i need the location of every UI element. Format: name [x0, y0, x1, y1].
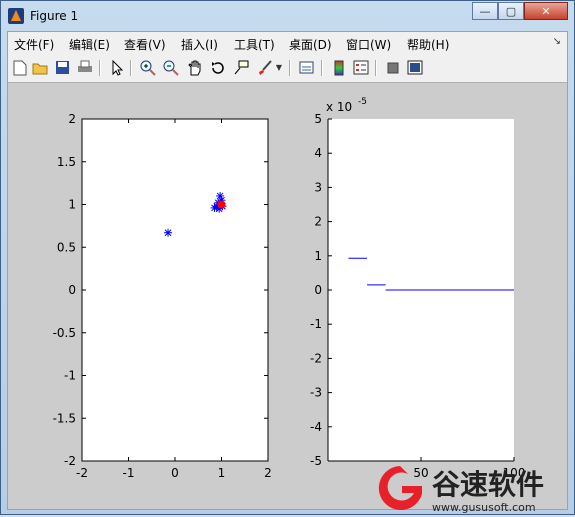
open-file-icon[interactable]	[31, 59, 48, 76]
left-axes[interactable]: 2 1.5 1 0.5 0 -0.5 -1 -1.5 -2-2 -1 0 1 2	[53, 112, 272, 480]
y-tick-label: 0	[68, 283, 76, 297]
maximize-button[interactable]: ▢	[498, 2, 524, 20]
zoom-in-icon[interactable]	[139, 59, 156, 76]
y-tick-label: 5	[314, 112, 322, 126]
hide-plot-tools-icon[interactable]	[384, 59, 401, 76]
brush-icon[interactable]	[256, 59, 273, 76]
y-tick-label: -1.5	[53, 411, 76, 425]
legend-icon[interactable]	[352, 59, 369, 76]
menu-help[interactable]: 帮助(H)	[407, 36, 449, 53]
x-tick-label: 0	[171, 466, 179, 480]
y-tick-label: 4	[314, 146, 322, 160]
y-tick-label: -2	[310, 351, 322, 365]
colorbar-icon[interactable]	[330, 59, 347, 76]
x-tick-label: -2	[76, 466, 88, 480]
exponent-label: x 10	[326, 100, 352, 114]
figure-client-area: 文件(F) 编辑(E) 查看(V) 插入(I) 工具(T) 桌面(D) 窗口(W…	[7, 31, 568, 510]
y-tick-label: 0	[314, 283, 322, 297]
zoom-out-icon[interactable]	[162, 59, 179, 76]
close-button[interactable]: ✕	[524, 2, 568, 20]
save-icon[interactable]	[54, 59, 71, 76]
x-tick-label: 2	[264, 466, 272, 480]
y-tick-label: -2	[64, 454, 76, 468]
brush-dropdown-icon[interactable]: ▼	[274, 59, 284, 76]
y-tick-label: -3	[310, 386, 322, 400]
y-tick-label: 1.5	[57, 155, 76, 169]
print-icon[interactable]	[76, 59, 93, 76]
plot-area: 21.510.50-0.5-1-1.5-2-2 -1 0 1 2 543210-1-2-…	[53, 97, 526, 480]
matlab-app-icon	[8, 8, 24, 24]
watermark-logo: 谷速软件 www.gususoft.com	[370, 458, 570, 514]
y-tick-label: 1	[68, 198, 76, 212]
y-tick-label: -1	[310, 317, 322, 331]
menu-insert[interactable]: 插入(I)	[181, 36, 218, 53]
right-axes[interactable]: 543210-1-2-3-4-550 100x 10 -5	[310, 97, 525, 480]
menu-tools[interactable]: 工具(T)	[234, 36, 275, 53]
scatter-point-circle	[217, 200, 226, 209]
link-plot-icon[interactable]	[298, 59, 315, 76]
menu-view[interactable]: 查看(V)	[124, 36, 166, 53]
data-cursor-icon[interactable]	[232, 59, 249, 76]
new-figure-icon[interactable]	[11, 59, 28, 76]
y-tick-label: -4	[310, 420, 322, 434]
title-bar[interactable]: Figure 1 — ▢ ✕	[1, 1, 574, 31]
exponent-power: -5	[358, 97, 367, 107]
y-tick-label: -0.5	[53, 326, 76, 340]
scatter-point-asterisk	[164, 228, 173, 237]
y-tick-label: 1	[314, 249, 322, 263]
maximize-icon: ▢	[505, 4, 517, 18]
menu-bar: 文件(F) 编辑(E) 查看(V) 插入(I) 工具(T) 桌面(D) 窗口(W…	[8, 32, 567, 54]
y-tick-label: 0.5	[57, 240, 76, 254]
y-tick-label: 2	[68, 112, 76, 126]
watermark-url: www.gususoft.com	[432, 501, 536, 513]
x-tick-label: 1	[218, 466, 226, 480]
pan-icon[interactable]	[186, 59, 203, 76]
x-tick-label: -1	[123, 466, 135, 480]
y-tick-label: 3	[314, 180, 322, 194]
figure-window: Figure 1 — ▢ ✕ 文件(F) 编辑(E) 查看(V) 插入(I) 工…	[0, 0, 575, 515]
pointer-icon[interactable]	[108, 59, 125, 76]
menu-edit[interactable]: 编辑(E)	[69, 36, 110, 53]
menu-window[interactable]: 窗口(W)	[346, 36, 391, 53]
axes-background-1	[81, 118, 269, 462]
y-tick-label: -5	[310, 454, 322, 468]
figure-toolbar: ▼	[8, 54, 567, 83]
menu-overflow-icon[interactable]: ↘	[553, 36, 561, 47]
close-icon: ✕	[541, 4, 551, 18]
show-plot-tools-icon[interactable]	[406, 59, 423, 76]
y-tick-label: 2	[314, 215, 322, 229]
menu-desktop[interactable]: 桌面(D)	[289, 36, 332, 53]
watermark-brand: 谷速软件	[432, 468, 544, 501]
minimize-icon: —	[479, 4, 491, 18]
window-title: Figure 1	[30, 9, 79, 23]
menu-file[interactable]: 文件(F)	[14, 36, 54, 53]
minimize-button[interactable]: —	[472, 2, 498, 20]
rotate-3d-icon[interactable]	[209, 59, 226, 76]
y-tick-label: -1	[64, 369, 76, 383]
